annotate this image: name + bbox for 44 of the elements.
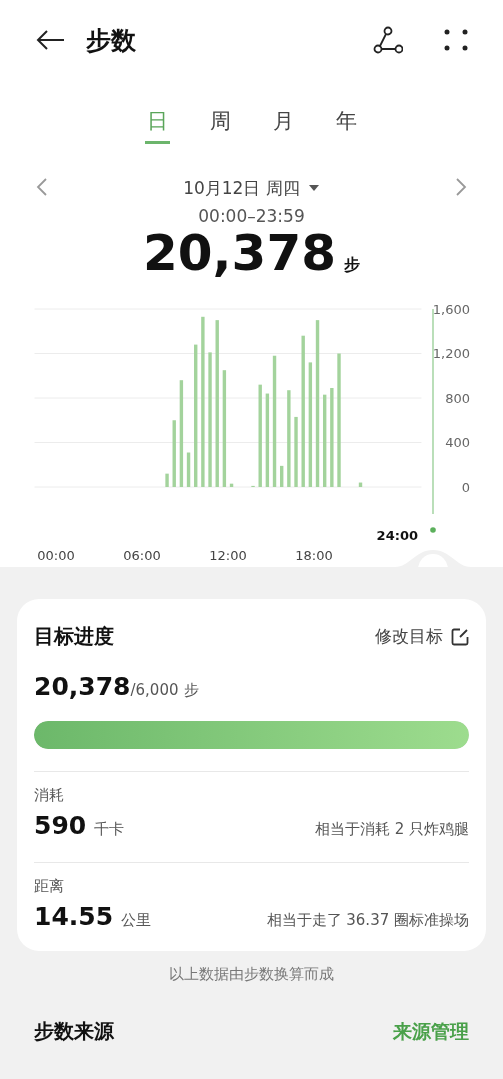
- caret-icon: [307, 184, 320, 192]
- time-range: 00:00–23:59: [197, 206, 306, 226]
- cursor-dot: [430, 527, 436, 533]
- goal-unit: 步: [184, 681, 200, 700]
- y-axis-label: 800: [445, 390, 470, 406]
- section-title: 步数来源: [34, 1018, 114, 1045]
- step-bar: [172, 420, 176, 487]
- step-bar: [280, 465, 284, 487]
- footnote: 以上数据由步数换算而成: [168, 965, 335, 984]
- x-axis-label: 06:00: [123, 548, 161, 563]
- y-axis-label: 0: [461, 479, 470, 495]
- period-tab[interactable]: 周: [207, 100, 233, 144]
- edit-goal-button[interactable]: 修改目标: [375, 625, 469, 648]
- page-title: 步数: [86, 24, 137, 57]
- period-tab[interactable]: 月: [270, 100, 296, 144]
- x-axis-label: 12:00: [209, 548, 247, 563]
- period-tab[interactable]: 年: [333, 100, 359, 144]
- stat-label: 距离: [34, 877, 65, 896]
- goal-current: 20,378: [34, 672, 131, 701]
- x-axis-label: 18:00: [295, 548, 333, 563]
- step-bar: [229, 483, 234, 487]
- stat-value: 14.55: [34, 902, 114, 931]
- step-bar: [358, 482, 363, 487]
- step-bar: [165, 473, 169, 487]
- step-unit: 步: [343, 255, 360, 276]
- x-axis-label: 00:00: [37, 548, 75, 563]
- step-bar: [186, 452, 191, 487]
- y-axis-label: 1,600: [432, 301, 470, 317]
- stat-unit: 公里: [121, 911, 152, 929]
- stat-note: 相当于消耗 2 只炸鸡腿: [314, 820, 469, 839]
- back-button[interactable]: [34, 28, 66, 52]
- step-bar: [294, 416, 298, 487]
- step-total: 20,378: [143, 224, 336, 282]
- stat-unit: 千卡: [94, 820, 125, 838]
- date-picker[interactable]: 10月12日 周四: [177, 175, 326, 201]
- edit-icon: [451, 627, 469, 646]
- y-axis-label: 400: [445, 435, 470, 450]
- cursor-time: 24:00: [376, 528, 418, 543]
- card-title: 目标进度: [34, 623, 114, 650]
- stat-label: 消耗: [34, 786, 65, 805]
- stat-note: 相当于走了 36.37 圈标准操场: [266, 911, 469, 930]
- goal-target: /6,000: [130, 681, 179, 699]
- y-axis-label: 1,200: [432, 346, 470, 361]
- stat-value: 590: [34, 811, 87, 840]
